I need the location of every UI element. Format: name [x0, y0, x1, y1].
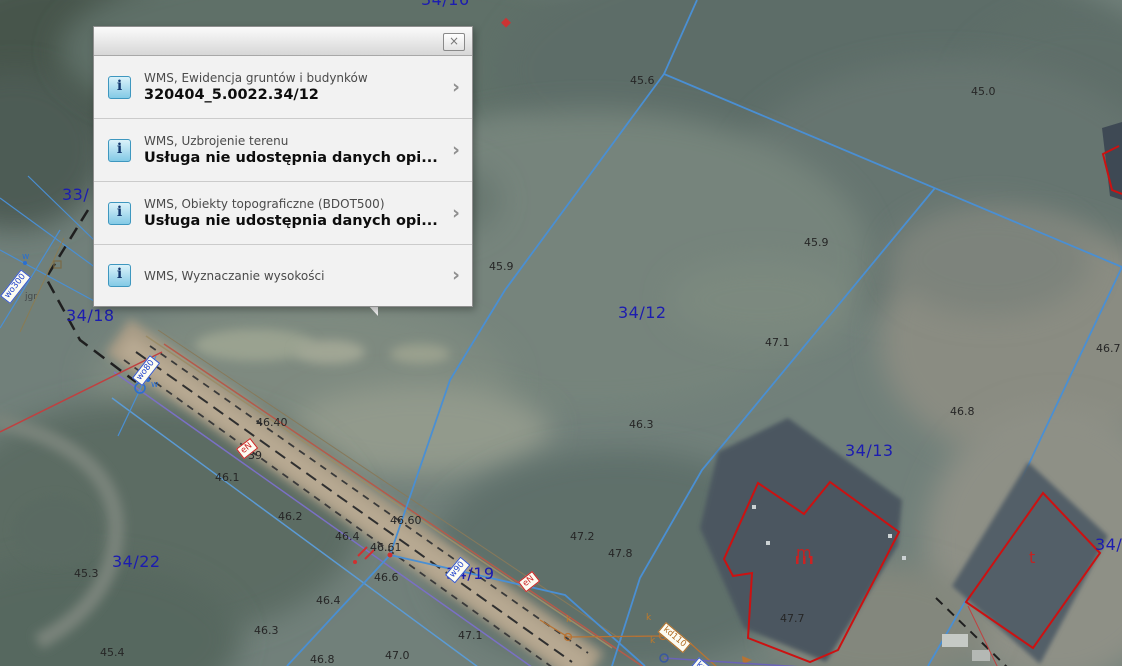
parcel-label: 33/ [62, 185, 90, 204]
utility-mark: k [566, 615, 572, 625]
elevation-label: 46.40 [256, 416, 288, 429]
wms-layer-title: WMS, Ewidencja gruntów i budynków [144, 70, 368, 85]
elevation-label: 45.9 [804, 236, 829, 249]
utility-mark: w [22, 252, 30, 262]
utility-mark: k [650, 636, 656, 646]
utility-mark: k [646, 613, 652, 623]
row-text: WMS, Obiekty topograficzne (BDOT500) Usł… [144, 196, 442, 231]
elevation-label: 46.2 [278, 510, 303, 523]
wms-layer-value: Usługa nie udostępnia danych opi... [144, 149, 438, 166]
elevation-label: 45.6 [630, 74, 655, 87]
wms-result-row[interactable]: i WMS, Ewidencja gruntów i budynków 3204… [94, 56, 472, 119]
info-icon: i [108, 201, 131, 225]
feature-info-popup: × i WMS, Ewidencja gruntów i budynków 32… [93, 26, 473, 307]
map-canvas[interactable]: 34/16 33/ 34/18 34/12 34/13 34/19 34/22 … [0, 0, 1122, 666]
info-icon: i [108, 138, 131, 162]
elevation-label: 45.3 [74, 567, 99, 580]
elevation-label: 45.4 [100, 646, 125, 659]
elevation-label: 47.2 [570, 530, 595, 543]
elevation-label: 46.7 [1096, 342, 1121, 355]
wms-result-row[interactable]: i WMS, Uzbrojenie terenu Usługa nie udos… [94, 119, 472, 182]
row-text: WMS, Uzbrojenie terenu Usługa nie udostę… [144, 133, 442, 168]
row-text: WMS, Wyznaczanie wysokości [144, 268, 442, 284]
wms-layer-title: WMS, Wyznaczanie wysokości [144, 268, 325, 283]
elevation-label: 45.0 [971, 85, 996, 98]
elevation-label: 47.7 [780, 612, 805, 625]
elevation-label: 46.4 [335, 530, 360, 543]
elevation-label: 46.4 [316, 594, 341, 607]
close-icon[interactable]: × [443, 33, 465, 51]
building-letter: m [796, 543, 812, 562]
wms-layer-value: 320404_5.0022.34/12 [144, 86, 319, 103]
chevron-right-icon[interactable]: › [442, 203, 460, 223]
elevation-label: 46.61 [370, 541, 402, 554]
chevron-right-icon[interactable]: › [442, 77, 460, 97]
elevation-label: 47.1 [765, 336, 790, 349]
wms-result-row[interactable]: i WMS, Obiekty topograficzne (BDOT500) U… [94, 182, 472, 245]
parcel-label: 34/13 [845, 441, 894, 460]
popup-header: × [94, 27, 472, 56]
wms-layer-title: WMS, Uzbrojenie terenu [144, 133, 289, 148]
elevation-label: 46.8 [950, 405, 975, 418]
elevation-label: 46.1 [215, 471, 240, 484]
utility-mark: jgr [25, 292, 37, 302]
row-text: WMS, Ewidencja gruntów i budynków 320404… [144, 70, 442, 105]
info-icon: i [108, 75, 131, 99]
elevation-label: 47.8 [608, 547, 633, 560]
parcel-label: 34/12 [618, 303, 667, 322]
parcel-label: 34/22 [112, 552, 161, 571]
elevation-label: 46.3 [629, 418, 654, 431]
elevation-label: 45.9 [489, 260, 514, 273]
elevation-label: 47.0 [385, 649, 410, 662]
chevron-right-icon[interactable]: › [442, 140, 460, 160]
info-icon: i [108, 264, 131, 287]
chevron-right-icon[interactable]: › [442, 266, 460, 285]
elevation-label: 46.60 [390, 514, 422, 527]
wms-layer-value: Usługa nie udostępnia danych opi... [144, 212, 438, 229]
wms-result-row[interactable]: i WMS, Wyznaczanie wysokości › [94, 245, 472, 306]
utility-mark: w [151, 380, 159, 390]
parcel-label: 34/ [1095, 535, 1122, 554]
parcel-label: 34/16 [421, 0, 470, 9]
elevation-label: 47.1 [458, 629, 483, 642]
building-letter: t [1029, 548, 1036, 567]
elevation-label: 46.8 [310, 653, 335, 666]
elevation-label: 46.3 [254, 624, 279, 637]
wms-layer-title: WMS, Obiekty topograficzne (BDOT500) [144, 196, 385, 211]
elevation-label: 46.6 [374, 571, 399, 584]
parcel-label: 34/18 [66, 306, 115, 325]
